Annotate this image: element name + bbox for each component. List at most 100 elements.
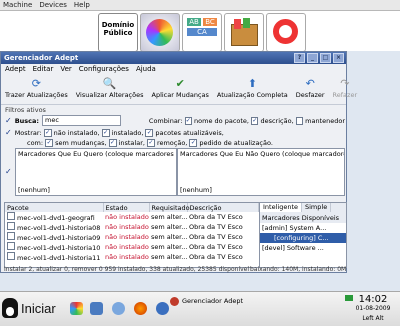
- toolbar-label: Trazer Atualizações: [5, 91, 68, 99]
- cell-estado: não instalado: [105, 243, 149, 251]
- cell-estado: não instalado: [105, 213, 149, 221]
- col-estado[interactable]: Estado: [103, 203, 150, 212]
- tag-item[interactable]: [admin] System A...: [260, 223, 346, 233]
- opt-pedido: pedido de atualização.: [199, 139, 273, 147]
- package-name: mec-vol1-dvd1-historia08: [17, 224, 101, 232]
- toolbar-label: Aplicar Mudanças: [151, 91, 209, 99]
- menu-ajuda[interactable]: Ajuda: [136, 65, 156, 73]
- lifebuoy-icon[interactable]: [266, 13, 306, 52]
- vm-menu-help[interactable]: Help: [74, 1, 90, 9]
- combinar-label: Combinar:: [148, 116, 183, 125]
- row-checkbox[interactable]: [7, 222, 15, 230]
- checkbox-remocao[interactable]: ✓: [146, 139, 155, 147]
- search-input[interactable]: mec: [42, 115, 121, 126]
- checkbox-nao-instalado[interactable]: ✓: [43, 128, 52, 137]
- menu-ver[interactable]: Ver: [60, 65, 71, 73]
- checkbox-atualizaveis[interactable]: ✓: [145, 128, 154, 137]
- checkbox-sem-mudancas[interactable]: ✓: [45, 139, 54, 147]
- checkbox-pedido[interactable]: ✓: [189, 139, 198, 147]
- toolbar-icon: ✔: [175, 76, 185, 90]
- checkbox-instalado[interactable]: ✓: [101, 128, 110, 137]
- task-adept[interactable]: Gerenciador Adept: [170, 295, 250, 307]
- table-row[interactable]: mec-vol1-dvd1-historia11 não instalado sem…: [5, 252, 259, 262]
- disc-icon[interactable]: [140, 13, 180, 52]
- wanted-tags-box[interactable]: Marcadores Que Eu Quero (coloque marcado…: [15, 148, 177, 196]
- publico-label: Público: [103, 29, 133, 37]
- task-label: Gerenciador Adept: [182, 297, 244, 305]
- block-bc: BC: [203, 18, 217, 26]
- minimize-button[interactable]: _: [307, 53, 318, 63]
- clock-date: 01-08-2009: [355, 305, 391, 312]
- toolbar-icon: ⬆: [247, 76, 257, 90]
- row-checkbox[interactable]: [7, 242, 15, 250]
- tag-item[interactable]: [devel] Software ...: [260, 243, 346, 253]
- package-name: mec-vol1-dvd1-historia11: [17, 254, 101, 262]
- tag-item-selected[interactable]: [configuring] C...: [260, 233, 346, 243]
- toolbar-button-5[interactable]: ↷ Refazer: [332, 74, 358, 100]
- abc-blocks-icon[interactable]: AB BC CA: [182, 13, 222, 52]
- tab-inteligente[interactable]: Inteligente: [260, 203, 302, 212]
- opt-nao-instalado: não instalado,: [53, 128, 100, 137]
- row-checkbox[interactable]: [7, 232, 15, 240]
- cell-estado: não instalado: [105, 253, 149, 261]
- dominio-publico-icon[interactable]: Domínio Público: [98, 13, 138, 52]
- cell-desc: Obra da TV Esco: [189, 233, 243, 241]
- row-checkbox[interactable]: [7, 212, 15, 220]
- paint-icon[interactable]: [70, 302, 83, 315]
- toolbar-button-1[interactable]: 🔍 Visualizar Alterações: [76, 74, 144, 100]
- keyboard-indicator: Left Alt: [362, 315, 384, 322]
- table-row[interactable]: mec-vol1-dvd1-geografi não instalado sem a…: [5, 212, 259, 222]
- row-checkbox[interactable]: [7, 252, 15, 260]
- toolbar-label: Desfazer: [295, 91, 325, 99]
- firefox-icon[interactable]: [134, 302, 147, 315]
- opt-instalar: instalar,: [118, 139, 145, 147]
- package-name: mec-vol1-dvd1-historia09: [17, 234, 101, 242]
- col-requisitado[interactable]: Requisitado: [149, 203, 190, 212]
- toolbar-icon: 🔍: [102, 76, 117, 90]
- menu-configuracoes[interactable]: Configurações: [79, 65, 129, 73]
- opt-sem-mudancas: sem mudanças,: [55, 139, 107, 147]
- package-table: Pacote Estado Requisitado Descrição mec-…: [4, 202, 260, 268]
- toolbar-button-4[interactable]: ↶ Desfazer: [295, 74, 325, 100]
- col-descricao[interactable]: Descrição: [187, 203, 259, 212]
- maximize-button[interactable]: □: [320, 53, 331, 63]
- com-row: com: ✓ sem mudanças, ✓ instalar, ✓ remoção,…: [27, 139, 273, 147]
- block-ca: CA: [187, 28, 217, 36]
- penguin-icon: [2, 298, 18, 318]
- tab-simple[interactable]: Simple: [302, 203, 332, 212]
- col-pacote[interactable]: Pacote: [5, 203, 104, 212]
- clock-time: 14:02: [358, 294, 388, 305]
- cell-req: sem alter...: [151, 253, 187, 261]
- cell-desc: Obra da TV Esco: [189, 213, 243, 221]
- box-icon[interactable]: [224, 13, 264, 52]
- checkbox-descricao[interactable]: ✓: [250, 116, 259, 125]
- checkbox-instalar[interactable]: ✓: [108, 139, 117, 147]
- toolbar-button-3[interactable]: ⬆ Atualização Completa: [217, 74, 288, 100]
- table-row[interactable]: mec-vol1-dvd1-historia08 não instalado sem…: [5, 222, 259, 232]
- checkbox-mantenedor[interactable]: [295, 116, 304, 125]
- window-titlebar[interactable]: Gerenciador Adept ? _ □ ×: [1, 52, 346, 64]
- unwanted-tags-box[interactable]: Marcadores Que Eu Não Quero (coloque mar…: [177, 148, 345, 196]
- toolbar-button-0[interactable]: ⟳ Trazer Atualizações: [5, 74, 68, 100]
- search-row: ✓ Busca: mec Combinar: ✓ nome do pacote, …: [5, 115, 345, 126]
- menu-adept[interactable]: Adept: [5, 65, 26, 73]
- dominio-label: Domínio: [101, 21, 135, 29]
- vm-menu-devices[interactable]: Devices: [39, 1, 67, 9]
- clock[interactable]: 14:02 01-08-2009 Left Alt: [348, 294, 398, 322]
- toolbar-button-2[interactable]: ✔ Aplicar Mudanças: [151, 74, 209, 100]
- checkbox-nome[interactable]: ✓: [184, 116, 193, 125]
- tag-browser-panel: Inteligente Simple Marcadores Disponívei…: [259, 202, 347, 268]
- toolbar-label: Refazer: [332, 91, 358, 99]
- table-row[interactable]: mec-vol1-dvd1-historia09 não instalado sem…: [5, 232, 259, 242]
- computer-icon[interactable]: [90, 302, 103, 315]
- network-icon[interactable]: [112, 302, 125, 315]
- menu-editar[interactable]: Editar: [33, 65, 54, 73]
- help-button[interactable]: ?: [294, 53, 305, 63]
- toolbar-icon: ↶: [305, 76, 315, 90]
- cell-estado: não instalado: [105, 223, 149, 231]
- close-button[interactable]: ×: [333, 53, 344, 63]
- table-row[interactable]: mec-vol1-dvd1-historia10 não instalado sem…: [5, 242, 259, 252]
- start-button[interactable]: Iniciar: [2, 295, 64, 321]
- vm-menu-machine[interactable]: Machine: [3, 1, 32, 9]
- konqueror-icon[interactable]: [156, 302, 169, 315]
